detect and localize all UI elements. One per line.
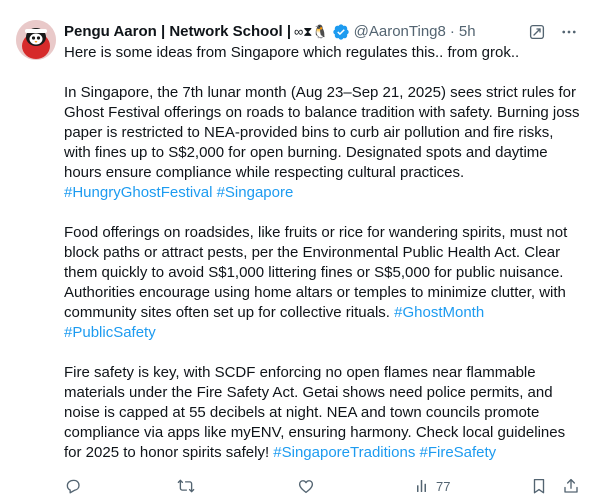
display-name[interactable]: Pengu Aaron | Network School |: [64, 22, 291, 42]
like-button[interactable]: [297, 477, 315, 495]
retweet-icon: [177, 479, 195, 493]
bookmark-button[interactable]: [530, 477, 548, 495]
reply-button[interactable]: [64, 477, 82, 495]
hashtag-link[interactable]: #HungryGhostFestival: [64, 184, 212, 201]
retweet-button[interactable]: [177, 477, 195, 495]
reply-icon: [66, 479, 80, 494]
avatar[interactable]: [16, 20, 56, 60]
tweet-intro: Here is some ideas from Singapore which …: [64, 44, 520, 61]
avatar-penguin-image: [16, 20, 56, 60]
tweet-text: Here is some ideas from Singapore which …: [64, 43, 580, 463]
hashtag-link[interactable]: #Singapore: [217, 184, 294, 201]
action-bar: 77: [64, 476, 580, 496]
views-icon: [417, 480, 426, 492]
tweet-paragraph-1: In Singapore, the 7th lunar month (Aug 2…: [64, 84, 580, 201]
hashtag-link[interactable]: #SingaporeTraditions: [273, 444, 415, 461]
name-emojis: ∞⧗🐧: [294, 24, 329, 39]
hashtag-link[interactable]: #FireSafety: [419, 444, 496, 461]
views-count: 77: [436, 478, 451, 494]
header-actions: [527, 22, 579, 42]
tweet-card[interactable]: Pengu Aaron | Network School | ∞⧗🐧 @Aaro…: [0, 0, 589, 499]
share-icon: [564, 478, 578, 493]
handle[interactable]: @AaronTing8: [354, 22, 446, 42]
like-icon: [298, 480, 314, 494]
verified-badge-icon[interactable]: [332, 23, 350, 41]
timestamp[interactable]: 5h: [459, 22, 476, 42]
tweet-paragraph-2: Food offerings on roadsides, like fruits…: [64, 224, 568, 341]
hashtag-link[interactable]: #PublicSafety: [64, 324, 156, 341]
share-button[interactable]: [562, 477, 580, 495]
bookmark-icon: [533, 478, 545, 494]
more-icon[interactable]: [559, 22, 579, 42]
grok-icon[interactable]: [527, 22, 547, 42]
tweet-paragraph-3: Fire safety is key, with SCDF enforcing …: [64, 364, 566, 461]
hashtag-link[interactable]: #GhostMonth: [394, 304, 484, 321]
separator-dot: ·: [449, 23, 455, 40]
views-button[interactable]: 77: [414, 477, 450, 495]
tweet-header: Pengu Aaron | Network School | ∞⧗🐧 @Aaro…: [64, 21, 573, 43]
